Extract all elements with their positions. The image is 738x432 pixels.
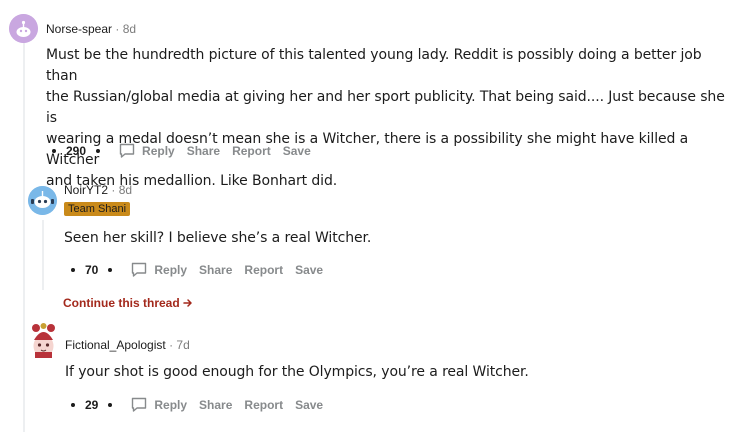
- downvote-dot[interactable]: [108, 403, 113, 407]
- score: 29: [85, 398, 99, 412]
- comment-line: If your shot is good enough for the Olym…: [65, 364, 529, 380]
- comment-actions: 290 Reply Share Report Save: [52, 142, 323, 160]
- reply-button[interactable]: Reply: [130, 261, 187, 279]
- report-button[interactable]: Report: [232, 144, 271, 158]
- report-button[interactable]: Report: [244, 398, 283, 412]
- snoo-avatar-icon: [28, 186, 57, 215]
- share-button[interactable]: Share: [199, 263, 232, 277]
- comment-actions: 29 Reply Share Report Save: [71, 396, 335, 414]
- share-button[interactable]: Share: [199, 398, 232, 412]
- upvote-dot[interactable]: [71, 268, 75, 272]
- snoo-avatar-icon: [9, 14, 38, 43]
- comment-meta: NoirYT2 · 8d: [64, 182, 132, 198]
- comment-body: Seen her skill? I believe she’s a real W…: [64, 228, 724, 249]
- reply-button[interactable]: Reply: [118, 142, 175, 160]
- comment-meta: Norse-spear · 8d: [46, 21, 136, 37]
- avatar[interactable]: [9, 14, 38, 43]
- user-flair: Team Shani: [64, 202, 131, 216]
- share-button[interactable]: Share: [187, 144, 220, 158]
- comment-line: and taken his medallion. Like Bonhart di…: [46, 173, 338, 189]
- thread-line[interactable]: [23, 42, 25, 432]
- arrow-right-icon: [183, 299, 192, 307]
- comment-bubble-icon: [132, 262, 147, 277]
- comment-body: Must be the hundredth picture of this ta…: [46, 45, 726, 192]
- custom-avatar-icon: [32, 323, 55, 358]
- comment-actions: 70 Reply Share Report Save: [71, 261, 335, 279]
- save-button[interactable]: Save: [283, 144, 311, 158]
- score: 70: [85, 263, 99, 277]
- avatar[interactable]: [28, 322, 59, 358]
- timestamp[interactable]: · 8d: [111, 183, 132, 197]
- upvote-dot[interactable]: [71, 403, 75, 407]
- reply-button[interactable]: Reply: [130, 396, 187, 414]
- comment-bubble-icon: [132, 397, 147, 412]
- timestamp[interactable]: · 7d: [169, 338, 190, 352]
- author-name[interactable]: Fictional_Apologist: [65, 338, 166, 352]
- comment-body: If your shot is good enough for the Olym…: [65, 362, 725, 383]
- save-button[interactable]: Save: [295, 263, 323, 277]
- save-button[interactable]: Save: [295, 398, 323, 412]
- score: 290: [66, 144, 87, 158]
- downvote-dot[interactable]: [96, 149, 101, 153]
- comment-line: Seen her skill? I believe she’s a real W…: [64, 230, 372, 246]
- upvote-dot[interactable]: [52, 149, 56, 153]
- reply-label: Reply: [154, 398, 188, 412]
- author-name[interactable]: NoirYT2: [64, 183, 108, 197]
- comment-line: the Russian/global media at giving her a…: [46, 89, 725, 126]
- reply-label: Reply: [142, 144, 175, 158]
- author-name[interactable]: Norse-spear: [46, 22, 112, 36]
- avatar[interactable]: [28, 186, 57, 215]
- continue-thread-link[interactable]: Continue this thread: [63, 296, 193, 310]
- timestamp[interactable]: · 8d: [115, 22, 136, 36]
- comment-line: Must be the hundredth picture of this ta…: [46, 47, 702, 84]
- continue-thread-label: Continue this thread: [63, 296, 180, 310]
- comment-meta: Fictional_Apologist · 7d: [65, 337, 190, 353]
- comment-bubble-icon: [119, 143, 135, 158]
- thread-line[interactable]: [42, 220, 44, 290]
- downvote-dot[interactable]: [108, 268, 113, 272]
- report-button[interactable]: Report: [244, 263, 283, 277]
- reply-label: Reply: [154, 263, 188, 277]
